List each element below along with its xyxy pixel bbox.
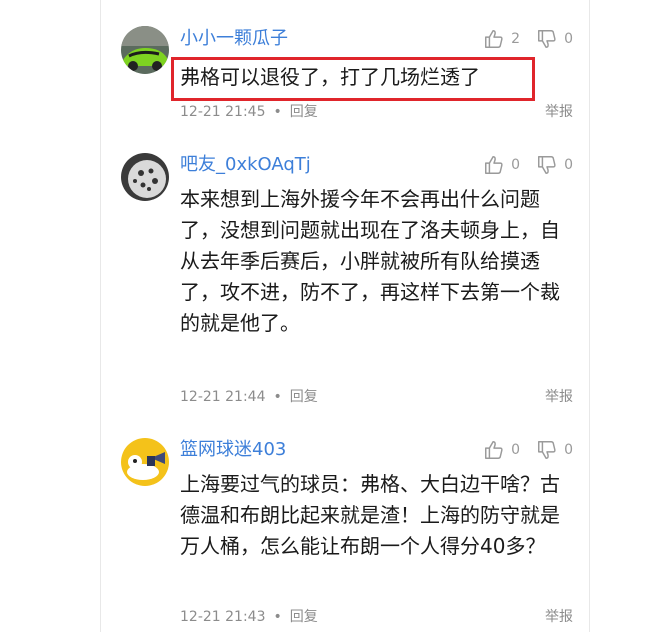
thumbs-up-icon	[485, 30, 503, 48]
avatar[interactable]	[121, 438, 169, 486]
report-button[interactable]: 举报	[545, 102, 573, 122]
dislike-button[interactable]: 0	[536, 28, 573, 50]
comment-time: 12-21 21:43	[180, 609, 266, 625]
dislike-button[interactable]: 0	[536, 439, 573, 461]
reply-button[interactable]: 回复	[290, 389, 318, 405]
thumbs-down-icon	[538, 441, 556, 459]
comment-text: 本来想到上海外援今年不会再出什么问题了，没想到问题就出现在了洛夫顿身上，自从去年…	[180, 187, 560, 335]
thumbs-down-icon	[538, 30, 556, 48]
like-count: 0	[511, 442, 521, 458]
vote-group: 0 0	[467, 439, 573, 461]
vote-group: 0 0	[467, 154, 573, 176]
comment-time: 12-21 21:44	[180, 389, 266, 405]
thumbs-up-icon	[485, 156, 503, 174]
avatar[interactable]	[121, 153, 169, 201]
comment-time: 12-21 21:45	[180, 104, 266, 120]
like-count: 0	[511, 157, 521, 173]
comment-list: 小小一颗瓜子 2 0 弗格可以退役了，打了几场烂透了 12-21 21:45 • 回…	[100, 0, 590, 632]
like-button[interactable]: 0	[483, 439, 520, 461]
comment-text: 上海要过气的球员：弗格、大白边干啥？古德温和布朗比起来就是渣！上海的防守就是万人…	[180, 472, 560, 558]
like-button[interactable]: 0	[483, 154, 520, 176]
username[interactable]: 篮网球迷403	[180, 438, 286, 462]
comment-meta: 12-21 21:43 • 回复	[180, 609, 318, 625]
username[interactable]: 小小一颗瓜子	[180, 27, 288, 51]
dislike-count: 0	[564, 31, 573, 47]
reply-button[interactable]: 回复	[290, 609, 318, 625]
report-button[interactable]: 举报	[545, 607, 573, 627]
reply-button[interactable]: 回复	[290, 104, 318, 120]
dislike-count: 0	[564, 157, 573, 173]
avatar[interactable]	[121, 26, 169, 74]
dislike-count: 0	[564, 442, 573, 458]
comment-meta: 12-21 21:44 • 回复	[180, 389, 318, 405]
vote-group: 2 0	[467, 28, 573, 50]
dislike-button[interactable]: 0	[536, 154, 573, 176]
thumbs-down-icon	[538, 156, 556, 174]
report-button[interactable]: 举报	[545, 387, 573, 407]
comment-meta: 12-21 21:45 • 回复	[180, 104, 318, 120]
thumbs-up-icon	[485, 441, 503, 459]
username[interactable]: 吧友_0xkOAqTj	[180, 153, 311, 177]
comment-text: 弗格可以退役了，打了几场烂透了	[180, 65, 480, 89]
like-count: 2	[511, 31, 521, 47]
like-button[interactable]: 2	[483, 28, 520, 50]
